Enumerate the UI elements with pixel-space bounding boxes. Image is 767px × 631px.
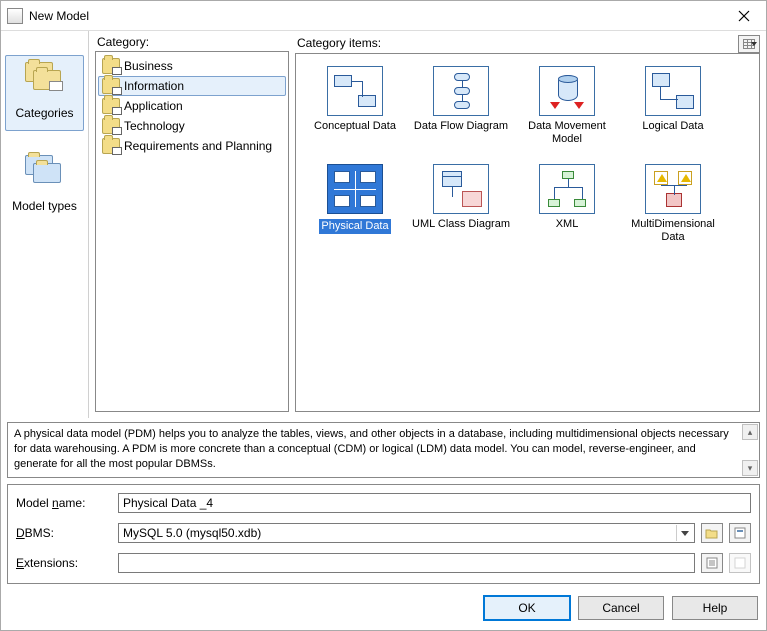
row-model-name: Model name: (16, 493, 751, 513)
row-extensions: Extensions: (16, 553, 751, 573)
item-conceptual-data[interactable]: Conceptual Data (304, 62, 406, 156)
tree-label: Technology (124, 119, 185, 133)
chevron-down-icon (676, 525, 692, 541)
folder-open-icon (705, 527, 719, 539)
item-label: Physical Data (319, 219, 390, 234)
item-data-flow-diagram[interactable]: Data Flow Diagram (410, 62, 512, 156)
item-xml[interactable]: XML (516, 160, 618, 254)
model-name-label: Model name: (16, 496, 112, 510)
dbms-value: MySQL 5.0 (mysql50.xdb) (123, 526, 676, 540)
sidebar-label: Model types (12, 199, 77, 213)
scroll-up-icon[interactable]: ▴ (742, 424, 758, 440)
item-data-movement-model[interactable]: Data Movement Model (516, 62, 618, 156)
items-panel: Category items: Conceptua (289, 31, 766, 418)
extensions-combobox[interactable] (118, 553, 695, 573)
help-button[interactable]: Help (672, 596, 758, 620)
item-label: MultiDimensional Data (624, 218, 722, 244)
item-uml-class-diagram[interactable]: UML Class Diagram (410, 160, 512, 254)
tree-item-application[interactable]: Application (98, 96, 286, 116)
app-icon (7, 8, 23, 24)
dbms-combobox[interactable]: MySQL 5.0 (mysql50.xdb) (118, 523, 695, 543)
tree-label: Business (124, 59, 173, 73)
description-scrollbar[interactable]: ▴ ▾ (742, 424, 758, 476)
cancel-button[interactable]: Cancel (578, 596, 664, 620)
scroll-down-icon[interactable]: ▾ (742, 460, 758, 476)
categories-icon (25, 62, 65, 102)
tree-label: Application (124, 99, 183, 113)
item-label: Conceptual Data (306, 120, 404, 133)
category-tree[interactable]: Business Information Application Technol… (95, 51, 289, 412)
logical-data-icon (645, 66, 701, 116)
item-multidimensional-data[interactable]: MultiDimensional Data (622, 160, 724, 254)
extensions-label: Extensions: (16, 556, 112, 570)
data-flow-icon (433, 66, 489, 116)
item-label: XML (518, 218, 616, 231)
category-label: Category: (95, 35, 289, 49)
close-icon (738, 10, 750, 22)
extensions-properties-button (729, 553, 751, 573)
uml-class-icon (433, 164, 489, 214)
item-physical-data[interactable]: Physical Data (304, 160, 406, 254)
extensions-add-button[interactable] (701, 553, 723, 573)
properties-icon (734, 557, 746, 569)
tree-item-business[interactable]: Business (98, 56, 286, 76)
physical-data-icon (327, 164, 383, 214)
model-types-icon (25, 155, 65, 195)
close-button[interactable] (722, 1, 766, 31)
category-panel: Category: Business Information Applicati… (89, 31, 289, 418)
items-grid[interactable]: Conceptual Data Data Flow Diagram (295, 53, 760, 412)
folder-icon (102, 138, 120, 154)
multidimensional-icon (645, 164, 701, 214)
tree-label: Requirements and Planning (124, 139, 272, 153)
dbms-properties-button[interactable] (729, 523, 751, 543)
xml-icon (539, 164, 595, 214)
folder-icon (102, 118, 120, 134)
titlebar: New Model (1, 1, 766, 31)
item-label: Data Flow Diagram (412, 120, 510, 133)
folder-icon (102, 98, 120, 114)
sidebar-item-categories[interactable]: Categories (5, 55, 84, 131)
sidebar-label: Categories (15, 106, 73, 120)
description-box: A physical data model (PDM) helps you to… (7, 422, 760, 478)
dbms-browse-button[interactable] (701, 523, 723, 543)
row-dbms: DBMS: MySQL 5.0 (mysql50.xdb) (16, 523, 751, 543)
new-model-dialog: New Model Categories (0, 0, 767, 631)
item-label: Data Movement Model (518, 120, 616, 146)
view-options-button[interactable] (738, 35, 760, 53)
item-label: Logical Data (624, 120, 722, 133)
conceptual-data-icon (327, 66, 383, 116)
form-area: Model name: DBMS: MySQL 5.0 (mysql50.xdb… (7, 484, 760, 584)
tree-item-information[interactable]: Information (98, 76, 286, 96)
left-sidebar: Categories Model types (1, 31, 89, 418)
properties-icon (734, 527, 746, 539)
items-label: Category items: (295, 36, 738, 50)
chevron-down-icon (751, 42, 757, 46)
folder-icon (102, 78, 120, 94)
top-panels: Categories Model types Category: (1, 31, 766, 418)
button-row: OK Cancel Help (1, 590, 766, 630)
sidebar-item-model-types[interactable]: Model types (5, 149, 84, 223)
dbms-label: DBMS: (16, 526, 112, 540)
ok-button[interactable]: OK (484, 596, 570, 620)
tree-item-requirements[interactable]: Requirements and Planning (98, 136, 286, 156)
list-icon (706, 557, 718, 569)
folder-icon (102, 58, 120, 74)
item-logical-data[interactable]: Logical Data (622, 62, 724, 156)
content-area: Categories Model types Category: (1, 31, 766, 630)
tree-label: Information (124, 79, 184, 93)
window-title: New Model (29, 9, 722, 23)
tree-item-technology[interactable]: Technology (98, 116, 286, 136)
item-label: UML Class Diagram (412, 218, 510, 231)
description-text: A physical data model (PDM) helps you to… (14, 428, 729, 470)
model-name-input[interactable] (118, 493, 751, 513)
data-movement-icon (539, 66, 595, 116)
